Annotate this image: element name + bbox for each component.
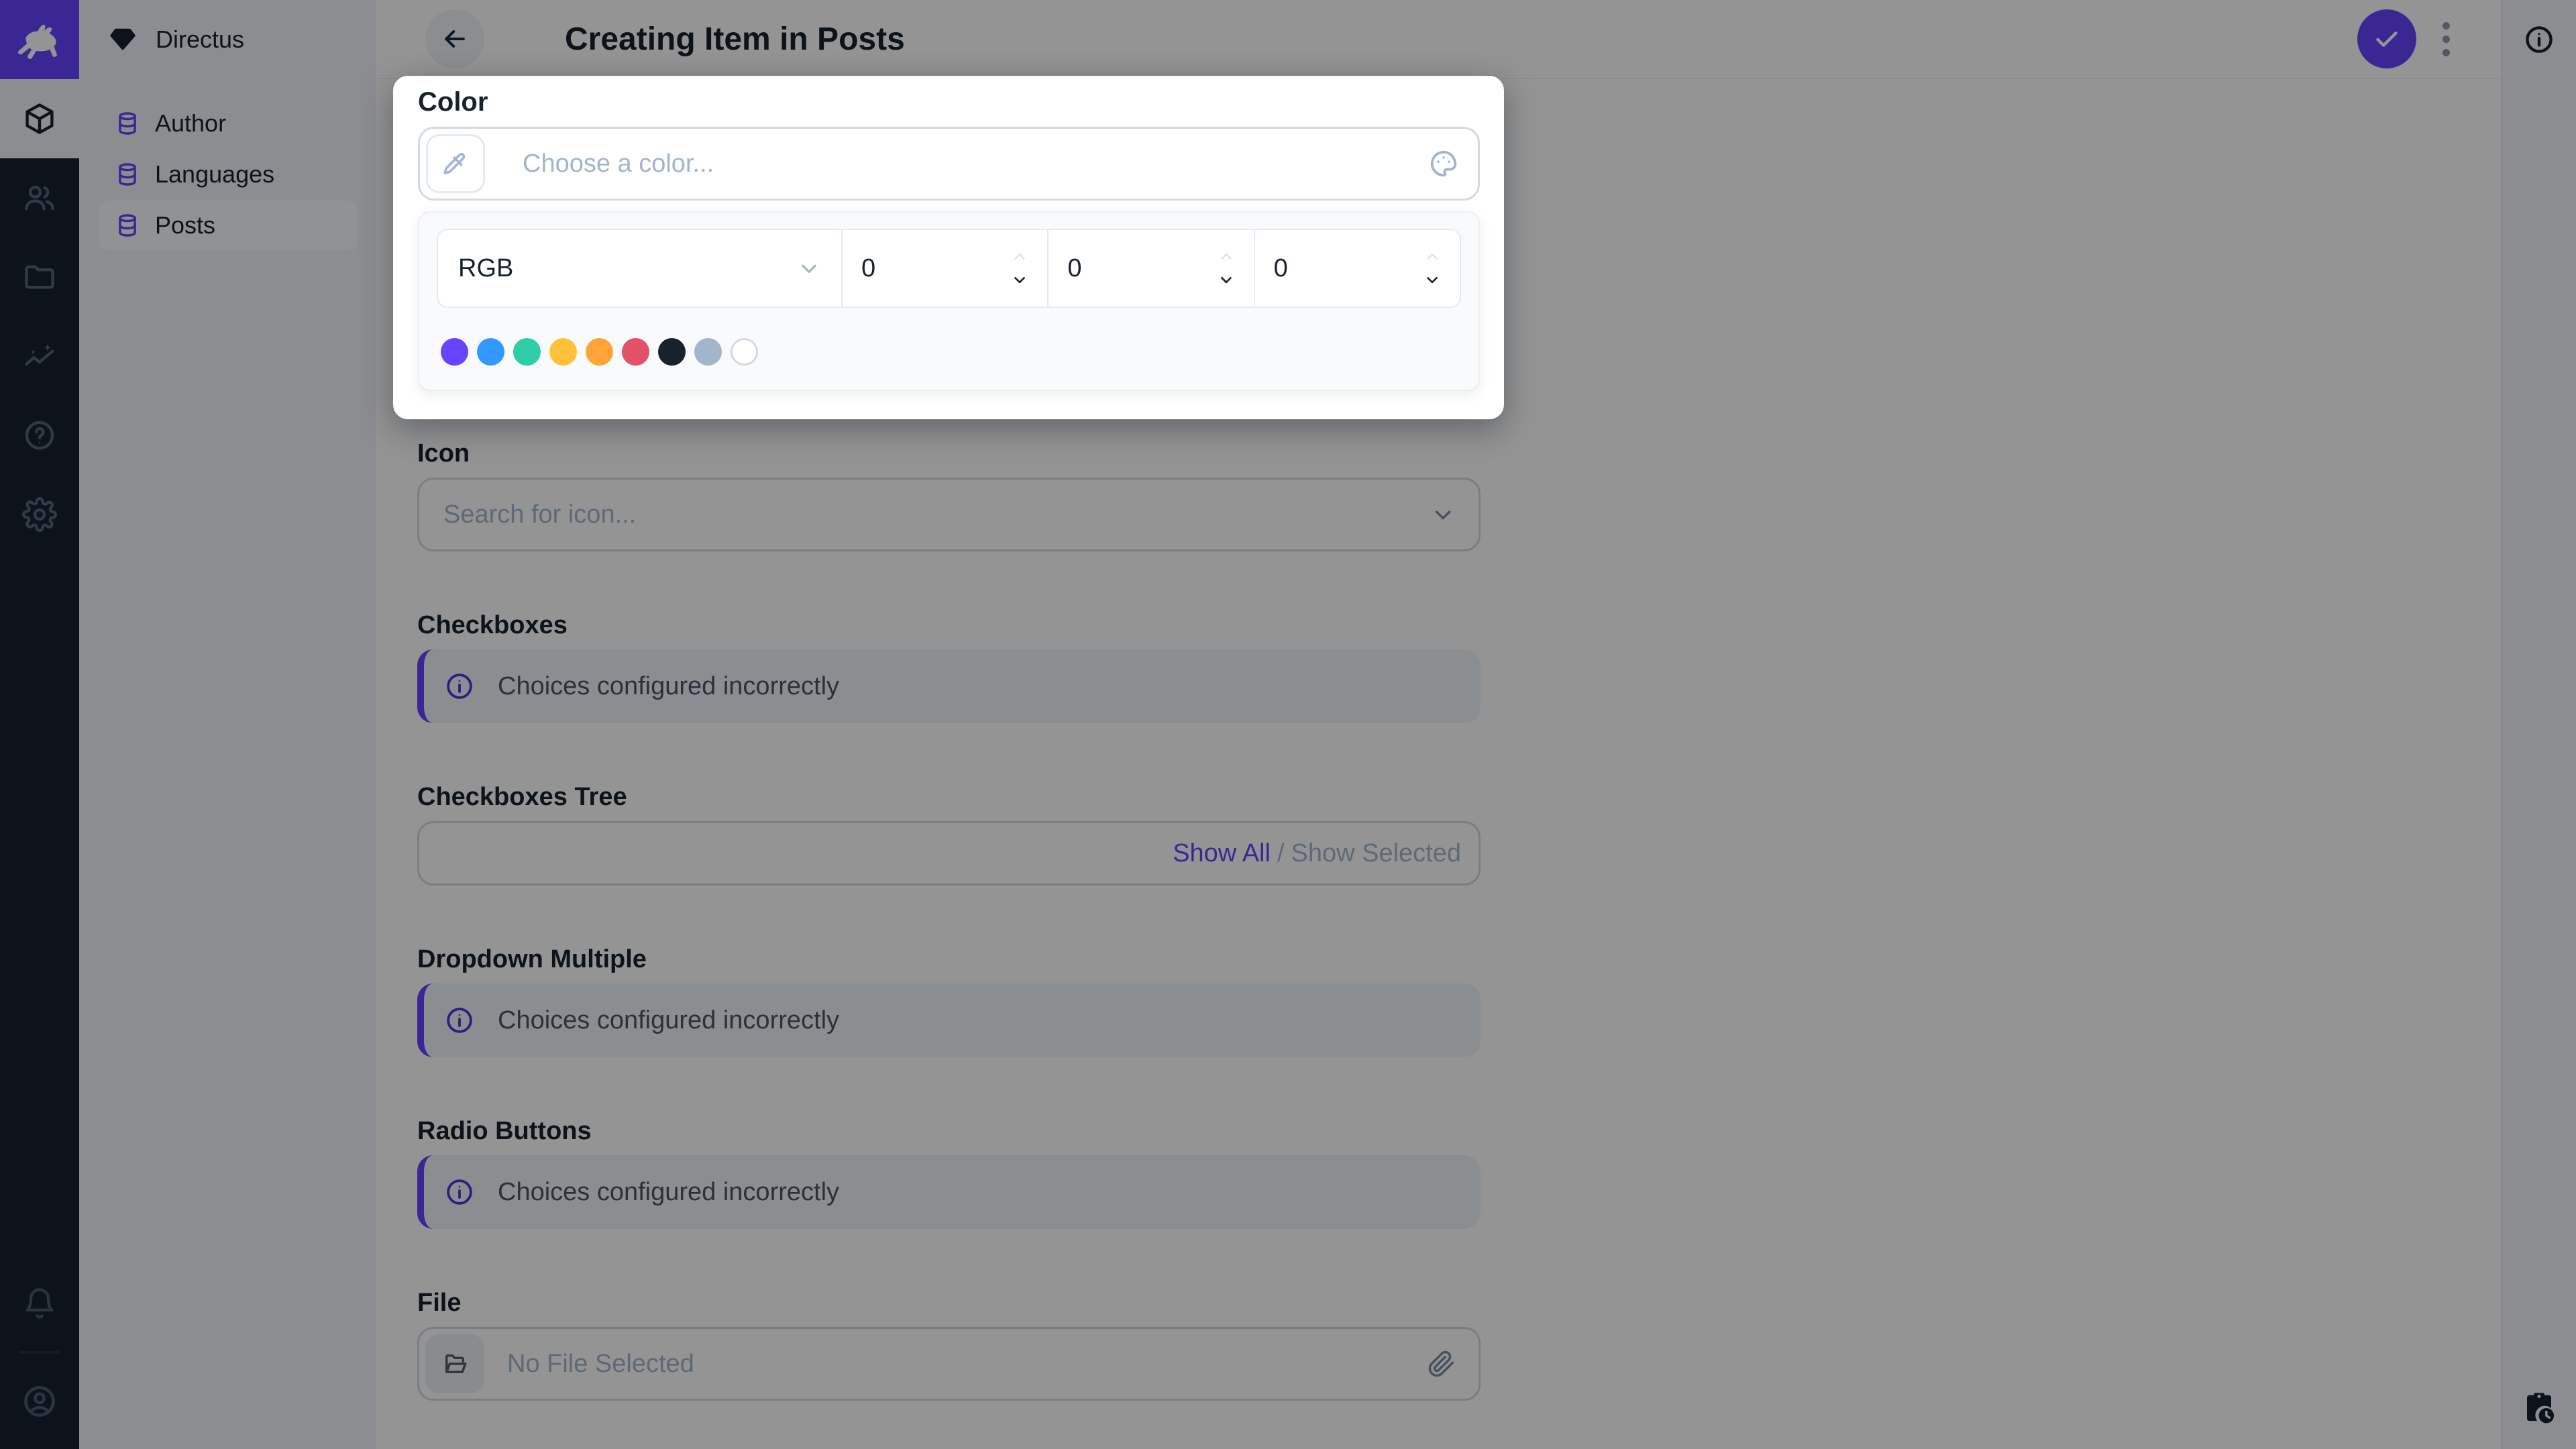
channel-value: 0: [861, 254, 876, 282]
channel-input-b[interactable]: 0: [1253, 230, 1460, 307]
color-model-value: RGB: [458, 254, 514, 282]
chevron-down-icon[interactable]: [1011, 271, 1028, 288]
number-stepper: [1424, 248, 1441, 288]
color-field-popup: Color Choose a color... RGB 0 0 0: [393, 76, 1504, 419]
color-model-select[interactable]: RGB: [438, 230, 841, 307]
color-swatch[interactable]: [731, 338, 758, 366]
color-swatch[interactable]: [622, 338, 649, 366]
palette-icon[interactable]: [1428, 148, 1459, 179]
input-placeholder: Choose a color...: [523, 149, 714, 178]
chevron-down-icon[interactable]: [1424, 271, 1441, 288]
color-swatch[interactable]: [658, 338, 686, 366]
number-stepper: [1218, 248, 1235, 288]
field-label: Color: [418, 87, 488, 117]
chevron-up-icon[interactable]: [1218, 248, 1235, 266]
color-model-row: RGB 0 0 0: [437, 229, 1461, 308]
color-swatch[interactable]: [441, 338, 468, 366]
chevron-up-icon[interactable]: [1424, 248, 1441, 266]
color-presets: [437, 338, 1461, 366]
color-swatch[interactable]: [477, 338, 504, 366]
channel-input-r[interactable]: 0: [841, 230, 1047, 307]
chevron-up-icon[interactable]: [1011, 248, 1028, 266]
channel-value: 0: [1273, 254, 1288, 282]
chevron-down-icon: [797, 256, 821, 280]
eyedropper-button[interactable]: [426, 134, 485, 193]
channel-value: 0: [1067, 254, 1082, 282]
chevron-down-icon[interactable]: [1218, 271, 1235, 288]
color-picker-menu: RGB 0 0 0: [418, 211, 1480, 391]
color-input[interactable]: Choose a color...: [418, 127, 1480, 201]
number-stepper: [1011, 248, 1028, 288]
channel-input-g[interactable]: 0: [1047, 230, 1253, 307]
color-swatch[interactable]: [586, 338, 613, 366]
color-swatch[interactable]: [694, 338, 722, 366]
color-swatch[interactable]: [549, 338, 577, 366]
color-swatch[interactable]: [513, 338, 541, 366]
